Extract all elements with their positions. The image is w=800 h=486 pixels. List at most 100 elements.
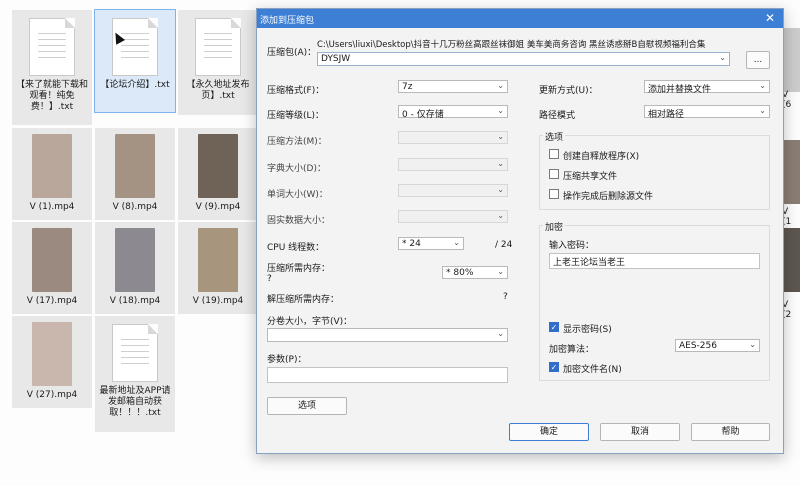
format-select[interactable]: 7z ⌄ [398, 80, 508, 93]
file-label: V (1 [782, 207, 792, 227]
desktop-file[interactable]: V (17).mp4 [12, 222, 92, 314]
add-to-archive-dialog: 添加到压缩包 ✕ 压缩包(A)： C:\Users\liuxi\Desktop\… [256, 8, 784, 454]
help-button[interactable]: 帮助 [691, 423, 770, 441]
encryption-method-value: AES-256 [679, 341, 717, 351]
path-mode-select[interactable]: 相对路径 ⌄ [644, 105, 770, 120]
params-input[interactable] [267, 367, 508, 383]
options-group-title: 选项 [543, 130, 566, 143]
word-label: 单词大小(W)： [267, 190, 328, 200]
level-value: 0 - 仅存储 [402, 110, 444, 120]
file-label: V (19).mp4 [192, 296, 244, 306]
dict-select: ⌄ [398, 158, 508, 171]
encryption-group-title: 加密 [543, 220, 566, 233]
desktop-file[interactable]: V (27).mp4 [12, 316, 92, 408]
mem-decomp-label: 解压缩所需内存： [267, 295, 340, 305]
compress-shared-checkbox[interactable] [549, 169, 559, 179]
encrypt-names-label[interactable]: 加密文件名(N) [563, 362, 622, 375]
text-file-icon [112, 324, 158, 382]
level-select[interactable]: 0 - 仅存储 ⌄ [398, 105, 508, 120]
chevron-down-icon: ⌄ [497, 329, 504, 338]
mem-decomp-unknown: ? [503, 292, 508, 302]
password-value: 上老王论坛当老王 [553, 258, 626, 268]
desktop-file[interactable]: V (19).mp4 [178, 222, 258, 314]
path-mode-value: 相对路径 [648, 110, 685, 120]
cpu-label: CPU 线程数： [267, 243, 325, 253]
chevron-down-icon: ⌄ [749, 340, 756, 349]
dialog-titlebar[interactable]: 添加到压缩包 ✕ [257, 9, 783, 28]
path-mode-label: 路径模式 [539, 111, 576, 121]
video-thumbnail [198, 134, 238, 198]
encryption-method-select[interactable]: AES-256 ⌄ [675, 339, 760, 352]
split-label: 分卷大小，字节(V)： [267, 317, 353, 327]
video-thumbnail [198, 228, 238, 292]
chevron-down-icon: ⌄ [497, 106, 504, 115]
desktop-file[interactable]: V (18).mp4 [95, 222, 175, 314]
ok-button[interactable]: 确定 [509, 423, 589, 441]
show-password-label[interactable]: 显示密码(S) [563, 322, 612, 335]
browse-button[interactable]: ... [746, 51, 770, 69]
options-button[interactable]: 选项 [267, 397, 347, 415]
text-file-icon [195, 18, 241, 76]
level-label: 压缩等级(L)： [267, 111, 325, 121]
solid-label: 固实数据大小： [267, 216, 331, 226]
close-icon[interactable]: ✕ [765, 11, 775, 25]
desktop-file[interactable]: 【永久地址发布页】.txt [178, 10, 258, 115]
video-thumbnail [32, 134, 72, 198]
desktop-file[interactable]: 最新地址及APP请发邮箱自动获取！！！.txt [95, 316, 175, 432]
video-thumbnail [115, 228, 155, 292]
delete-after-label[interactable]: 操作完成后删除源文件 [563, 189, 653, 202]
desktop-file[interactable]: V (1).mp4 [12, 128, 92, 220]
encryption-method-label: 加密算法： [549, 345, 595, 355]
chevron-down-icon: ⌄ [497, 185, 504, 194]
desktop-file[interactable]: 【来了就能下载和观看！纯免费！】.txt [12, 10, 92, 125]
video-thumbnail [32, 228, 72, 292]
update-mode-label: 更新方式(U)： [539, 86, 598, 96]
archive-path: C:\Users\liuxi\Desktop\抖音十几万粉丝高跟丝袜御姐 美车美… [317, 40, 706, 50]
file-label: 【论坛介绍】.txt [100, 80, 170, 90]
file-label: 最新地址及APP请发邮箱自动获取！！！.txt [99, 386, 171, 418]
archive-name-value: DYSJW [321, 54, 351, 64]
text-file-icon [112, 18, 158, 76]
chevron-down-icon: ⌄ [759, 106, 766, 115]
archive-name-input[interactable]: DYSJW ⌄ [317, 52, 730, 66]
password-input[interactable]: 上老王论坛当老王 [549, 253, 760, 269]
chevron-down-icon: ⌄ [497, 159, 504, 168]
desktop-file-selected[interactable]: 【论坛介绍】.txt [94, 9, 176, 113]
format-value: 7z [402, 82, 413, 92]
format-label: 压缩格式(F)： [267, 86, 325, 96]
memory-usage-select[interactable]: * 80% ⌄ [442, 266, 508, 279]
params-label: 参数(P)： [267, 355, 307, 365]
chevron-down-icon: ⌄ [497, 267, 504, 276]
chevron-down-icon: ⌄ [497, 81, 504, 90]
create-sfx-label[interactable]: 创建自释放程序(X) [563, 149, 639, 162]
file-label: V (8).mp4 [112, 202, 158, 212]
cpu-total: / 24 [495, 240, 513, 250]
create-sfx-checkbox[interactable] [549, 149, 559, 159]
cancel-button[interactable]: 取消 [600, 423, 680, 441]
file-label: V (18).mp4 [109, 296, 161, 306]
delete-after-checkbox[interactable] [549, 189, 559, 199]
encrypt-names-checkbox[interactable]: ✓ [549, 362, 559, 372]
show-password-checkbox[interactable]: ✓ [549, 322, 559, 332]
file-label: V (27).mp4 [26, 390, 78, 400]
solid-select: ⌄ [398, 210, 508, 223]
split-size-select[interactable]: ⌄ [267, 328, 508, 342]
desktop-file[interactable]: V (8).mp4 [95, 128, 175, 220]
file-label: V (6 [782, 90, 792, 110]
cpu-select[interactable]: * 24 ⌄ [398, 237, 464, 250]
cpu-value: * 24 [402, 239, 421, 249]
method-select: ⌄ [398, 131, 508, 144]
mem-comp-unknown: ? [267, 274, 272, 284]
video-thumbnail [32, 322, 72, 386]
chevron-down-icon[interactable]: ⌄ [719, 53, 726, 62]
chevron-down-icon: ⌄ [453, 238, 460, 247]
compress-shared-label[interactable]: 压缩共享文件 [563, 169, 617, 182]
desktop-file[interactable]: V (9).mp4 [178, 128, 258, 220]
update-mode-value: 添加并替换文件 [648, 85, 712, 95]
dialog-title: 添加到压缩包 [260, 16, 315, 26]
update-mode-select[interactable]: 添加并替换文件 ⌄ [644, 80, 770, 95]
chevron-down-icon: ⌄ [497, 132, 504, 141]
archive-label: 压缩包(A)： [267, 48, 317, 58]
file-label: V (2 [782, 300, 792, 320]
file-label: V (9).mp4 [195, 202, 241, 212]
